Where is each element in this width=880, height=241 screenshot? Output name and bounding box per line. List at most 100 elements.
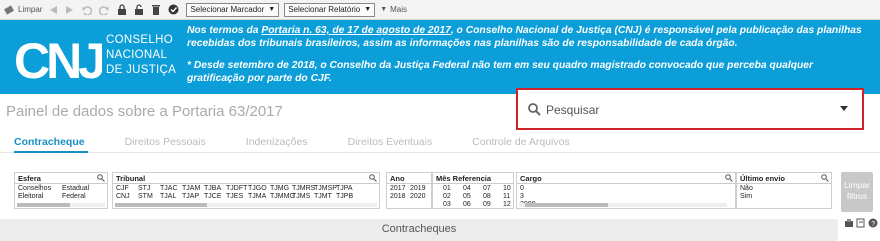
filter-value[interactable]: TJPA <box>336 185 358 193</box>
filter-value[interactable]: 2019 <box>410 185 430 193</box>
filter-value[interactable]: 2017 <box>390 185 410 193</box>
tab-contracheque[interactable]: Contracheque <box>14 136 85 148</box>
filter-value[interactable]: 0 <box>520 185 580 193</box>
portaria-link[interactable]: Portaria n. 63, de 17 de agosto de 2017 <box>261 25 450 36</box>
filter-value[interactable]: Sim <box>740 193 780 201</box>
filter-value[interactable]: 08 <box>483 193 503 201</box>
filter-divider <box>517 183 735 184</box>
search-icon[interactable] <box>369 174 377 182</box>
more-button[interactable]: ▼ Mais <box>380 2 407 18</box>
chevron-down-icon: ▼ <box>268 6 276 13</box>
report-select-label: Selecionar Relatório <box>288 5 361 14</box>
filter-value[interactable]: Eleitoral <box>18 193 62 201</box>
arrow-right-icon <box>66 5 74 14</box>
filter-value[interactable]: 09 <box>483 201 503 209</box>
filter-value[interactable]: 2020 <box>410 193 430 201</box>
filter-value[interactable]: TJAM <box>182 185 204 193</box>
filter-value[interactable]: Estadual <box>62 185 106 193</box>
horizontal-scrollbar[interactable] <box>17 203 105 207</box>
filter-values: 01 04 07 10 02 05 08 11 03 06 09 12 <box>443 185 523 209</box>
undo-button[interactable] <box>81 2 93 18</box>
search-icon[interactable] <box>97 174 105 182</box>
filter-ano[interactable]: Ano 2017 2019 2018 2020 <box>386 172 432 209</box>
filter-value[interactable]: TJMS <box>292 193 314 201</box>
search-icon[interactable] <box>725 174 733 182</box>
export-icon[interactable] <box>844 218 854 228</box>
tab-direitos-eventuais[interactable]: Direitos Eventuais <box>348 136 433 148</box>
filter-value[interactable]: TJAL <box>160 193 182 201</box>
report-select[interactable]: Selecionar Relatório ▼ <box>284 2 376 17</box>
filter-cargo[interactable]: Cargo 0 3 2000 <box>516 172 736 209</box>
filter-value[interactable]: CNJ <box>116 193 138 201</box>
filter-value[interactable]: STM <box>138 193 160 201</box>
filter-value[interactable]: 04 <box>463 185 483 193</box>
filter-value[interactable]: 05 <box>463 193 483 201</box>
filter-value[interactable]: TJGO <box>248 185 270 193</box>
bookmark-select-label: Selecionar Marcador <box>190 5 265 14</box>
bookmark-select[interactable]: Selecionar Marcador ▼ <box>186 2 280 17</box>
filter-value[interactable]: TJMT <box>314 193 336 201</box>
filter-value[interactable]: TJPB <box>336 193 358 201</box>
org-line-2: NACIONAL <box>106 49 168 61</box>
filter-mes-referencia[interactable]: Mês Referencia 01 04 07 10 02 05 08 11 0… <box>432 172 514 209</box>
trash-button[interactable] <box>151 2 161 18</box>
filter-value[interactable]: TJDFT <box>226 185 248 193</box>
help-icon[interactable]: ? <box>868 218 878 228</box>
back-button[interactable] <box>49 2 58 18</box>
filter-value[interactable]: CJF <box>116 185 138 193</box>
filter-value[interactable]: STJ <box>138 185 160 193</box>
forward-button[interactable] <box>65 2 74 18</box>
filter-values: 2017 2019 2018 2020 <box>390 185 430 201</box>
dropdown-arrow-icon[interactable] <box>840 106 848 111</box>
scroll-thumb[interactable] <box>115 203 207 207</box>
filter-value[interactable]: 07 <box>483 185 503 193</box>
filter-value[interactable]: 03 <box>443 201 463 209</box>
checkmark-circle-icon <box>168 4 179 15</box>
lock-button[interactable] <box>117 2 127 18</box>
filter-value[interactable]: 2018 <box>390 193 410 201</box>
scroll-thumb[interactable] <box>17 203 70 207</box>
filter-value[interactable]: 3 <box>520 193 580 201</box>
toolbar: Limpar Selecionar Marcador ▼ Selecionar R… <box>0 0 880 20</box>
clear-selections-button[interactable]: Limpar <box>3 2 42 18</box>
filter-ultimo-envio[interactable]: Último envio Não Sim <box>736 172 832 209</box>
print-icon[interactable] <box>856 218 866 228</box>
filter-value[interactable]: 01 <box>443 185 463 193</box>
filter-label: Tribunal <box>116 174 146 183</box>
filter-value[interactable]: TJCE <box>204 193 226 201</box>
scroll-thumb[interactable] <box>525 203 609 207</box>
search-box[interactable]: Pesquisar <box>516 88 864 130</box>
filter-value[interactable]: TJMRS <box>292 185 315 193</box>
caret-down-icon: ▼ <box>380 6 388 13</box>
search-icon[interactable] <box>821 174 829 182</box>
filter-values: Não Sim <box>740 185 780 201</box>
filter-value[interactable]: 02 <box>443 193 463 201</box>
filter-value[interactable]: TJMG <box>270 185 292 193</box>
filter-value[interactable]: TJMMG <box>270 193 295 201</box>
redo-button[interactable] <box>99 2 110 18</box>
filter-value[interactable]: TJMSP <box>314 185 337 193</box>
org-line-3: DE JUSTIÇA <box>106 64 177 76</box>
check-button[interactable] <box>168 2 179 18</box>
filter-value[interactable]: Conselhos <box>18 185 62 193</box>
filter-tribunal[interactable]: Tribunal CJF STJ TJAC TJAM TJBA TJDFT TJ… <box>112 172 380 209</box>
filter-value[interactable]: Não <box>740 185 780 193</box>
tab-controle-arquivos[interactable]: Controle de Arquivos <box>472 136 569 148</box>
horizontal-scrollbar[interactable] <box>115 203 377 207</box>
tab-direitos-pessoais[interactable]: Direitos Pessoais <box>125 136 206 148</box>
filter-value[interactable]: TJES <box>226 193 248 201</box>
filter-value[interactable]: 06 <box>463 201 483 209</box>
clear-filters-button[interactable]: Limpar filtros <box>841 172 873 212</box>
notice-paragraph-2: * Desde setembro de 2018, o Conselho da … <box>187 60 814 84</box>
filter-value[interactable]: Federal <box>62 193 106 201</box>
filter-value[interactable]: TJBA <box>204 185 226 193</box>
filter-value[interactable]: TJAP <box>182 193 204 201</box>
arrow-left-icon <box>50 5 58 14</box>
tab-indenizacoes[interactable]: Indenizações <box>246 136 308 148</box>
filter-value[interactable]: TJMA <box>248 193 270 201</box>
filter-label: Mês Referencia <box>436 174 492 183</box>
unlock-button[interactable] <box>134 2 144 18</box>
filter-value[interactable]: TJAC <box>160 185 182 193</box>
horizontal-scrollbar[interactable] <box>519 203 727 207</box>
filter-esfera[interactable]: Esfera Conselhos Estadual Eleitoral Fede… <box>14 172 108 209</box>
